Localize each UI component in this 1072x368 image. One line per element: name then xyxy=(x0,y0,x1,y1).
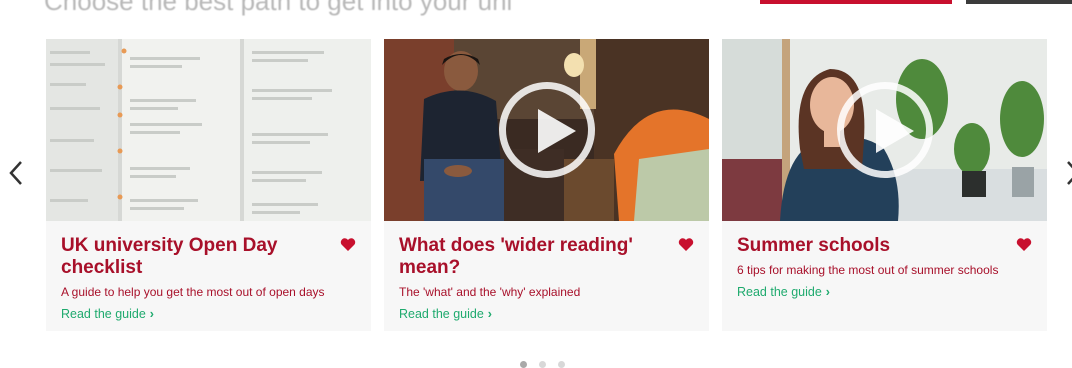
chevron-left-icon xyxy=(9,161,22,185)
read-guide-label: Read the guide xyxy=(61,307,146,321)
card-title[interactable]: What does 'wider reading' mean? xyxy=(399,235,669,279)
chevron-right-icon: › xyxy=(825,285,830,299)
pagination-dot[interactable] xyxy=(558,361,565,368)
card-thumbnail[interactable] xyxy=(46,39,371,221)
heart-icon[interactable] xyxy=(678,237,694,252)
chevron-right-icon: › xyxy=(487,307,492,321)
chevron-right-icon: › xyxy=(149,307,154,321)
card-title[interactable]: UK university Open Day checklist xyxy=(61,235,331,279)
pagination-dot[interactable] xyxy=(539,361,546,368)
card-description: 6 tips for making the most out of summer… xyxy=(737,263,999,277)
read-guide-label: Read the guide xyxy=(399,307,484,321)
card-title[interactable]: Summer schools xyxy=(737,235,1007,257)
heart-icon[interactable] xyxy=(1016,237,1032,252)
header-button-dark[interactable] xyxy=(966,0,1072,4)
section-heading-faded: Choose the best path to get into your un… xyxy=(44,0,513,16)
pagination-dot[interactable] xyxy=(520,361,527,368)
carousel-next-button[interactable] xyxy=(1064,157,1072,189)
heart-icon[interactable] xyxy=(340,237,356,252)
card-description: The 'what' and the 'why' explained xyxy=(399,285,581,299)
chevron-right-icon xyxy=(1067,161,1072,185)
card-description: A guide to help you get the most out of … xyxy=(61,285,325,299)
read-guide-label: Read the guide xyxy=(737,285,822,299)
guide-card[interactable]: UK university Open Day checklist A guide… xyxy=(46,39,371,331)
card-thumbnail[interactable] xyxy=(722,39,1047,221)
header-button-red[interactable] xyxy=(760,0,952,4)
read-guide-link[interactable]: Read the guide › xyxy=(737,285,830,299)
guide-card[interactable]: What does 'wider reading' mean? The 'wha… xyxy=(384,39,709,331)
carousel-prev-button[interactable] xyxy=(6,157,26,189)
play-icon[interactable] xyxy=(836,82,933,178)
play-icon[interactable] xyxy=(498,82,595,178)
guide-card[interactable]: Summer schools 6 tips for making the mos… xyxy=(722,39,1047,331)
carousel-pagination xyxy=(520,361,565,368)
read-guide-link[interactable]: Read the guide › xyxy=(399,307,492,321)
read-guide-link[interactable]: Read the guide › xyxy=(61,307,154,321)
card-thumbnail[interactable] xyxy=(384,39,709,221)
